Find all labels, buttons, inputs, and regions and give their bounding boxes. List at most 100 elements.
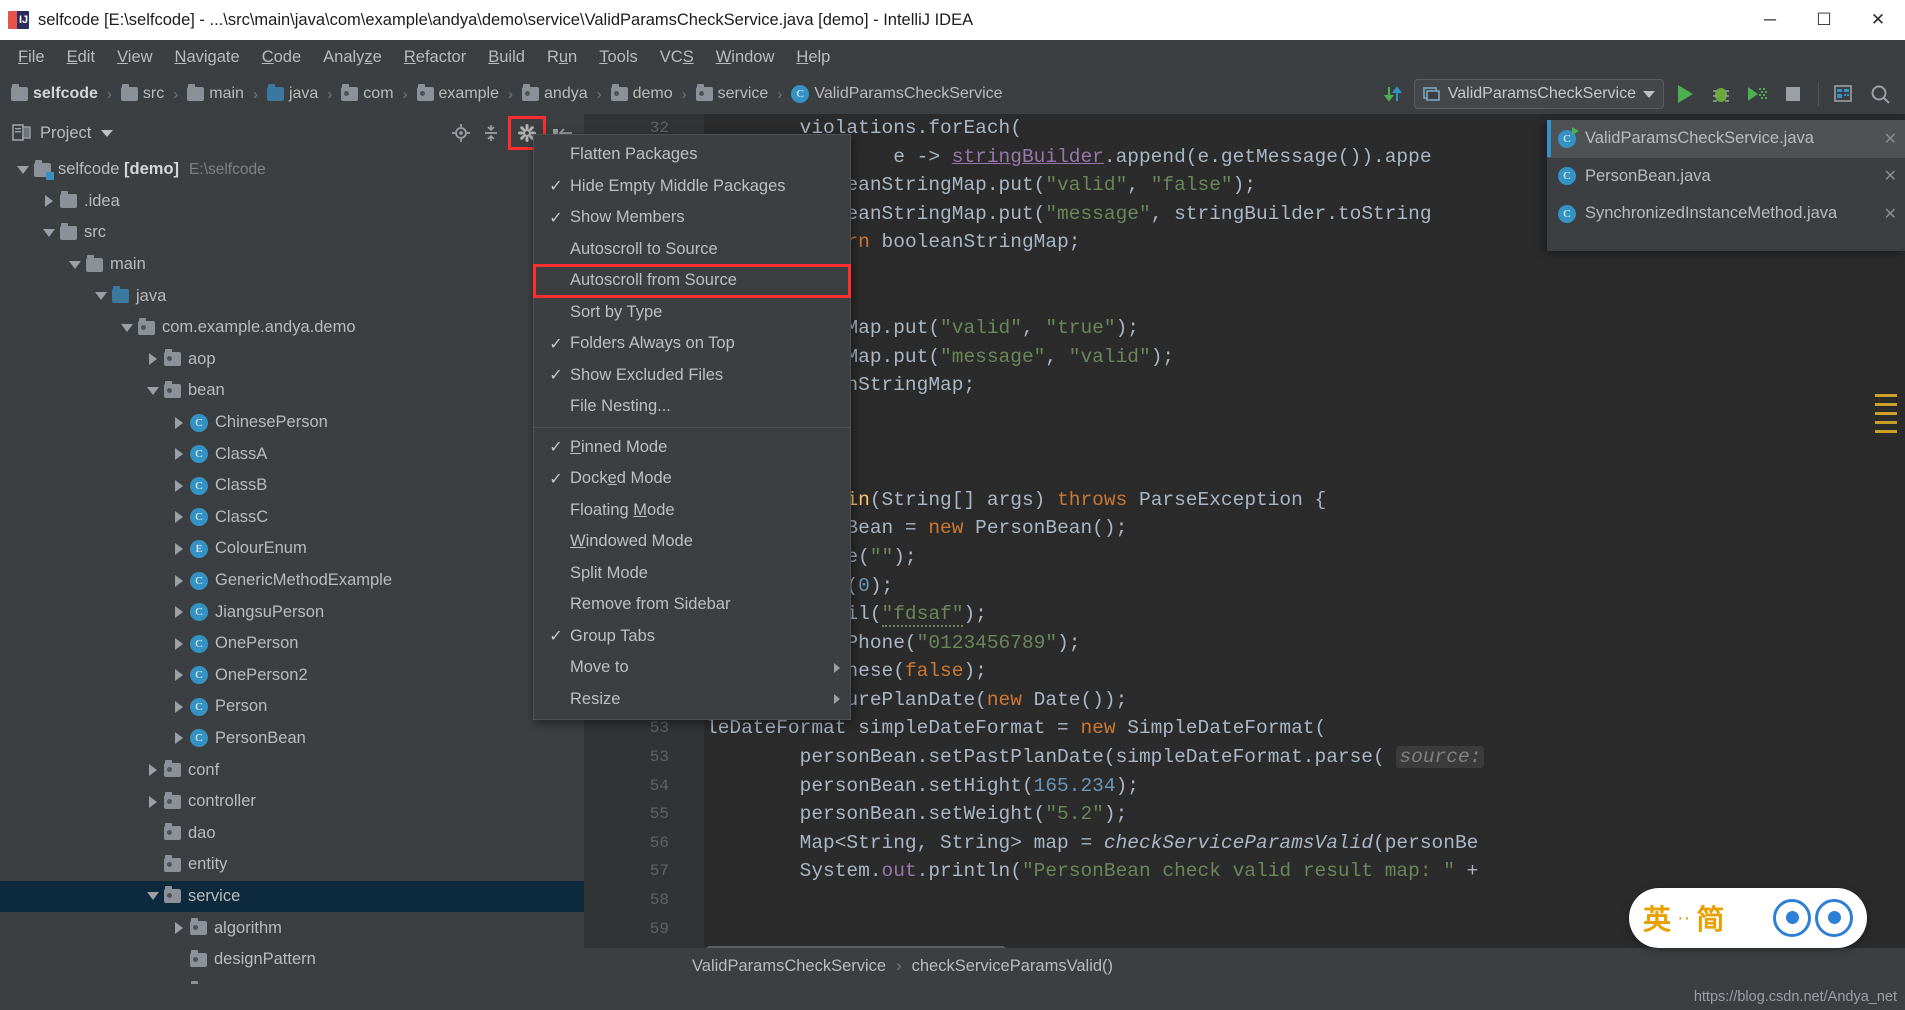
stop-button[interactable] — [1778, 79, 1808, 109]
recent-file-personbean-java[interactable]: C PersonBean.java ✕ — [1547, 158, 1905, 196]
tree-row-personbean[interactable]: C PersonBean — [0, 723, 584, 755]
tree-row-entity[interactable]: entity — [0, 849, 584, 881]
menu-item-code[interactable]: Code — [251, 45, 312, 70]
tree-row-dao[interactable]: dao — [0, 817, 584, 849]
run-configuration-selector[interactable]: ValidParamsCheckService — [1413, 79, 1664, 109]
context-menu-item-docked-mode[interactable]: ✓ Docked Mode — [534, 463, 850, 495]
context-menu-item-windowed-mode[interactable]: Windowed Mode — [534, 526, 850, 558]
chevron-right-icon[interactable] — [168, 637, 190, 650]
breadcrumb-item-example[interactable]: example — [414, 81, 502, 107]
menu-item-file[interactable]: File — [7, 45, 56, 70]
context-menu-item-file-nesting---[interactable]: File Nesting... — [534, 391, 850, 423]
tree-row-designpattern[interactable]: designPattern — [0, 944, 584, 976]
breadcrumb-item-main[interactable]: main — [184, 81, 247, 107]
menu-item-run[interactable]: Run — [536, 45, 588, 70]
context-menu-item-move-to[interactable]: Move to — [534, 652, 850, 684]
context-menu-item-autoscroll-to-source[interactable]: Autoscroll to Source — [534, 234, 850, 266]
project-options-context-menu[interactable]: Flatten Packages ✓ Hide Empty Middle Packa… — [533, 134, 851, 720]
chevron-down-icon[interactable] — [142, 892, 164, 901]
tree-row-conf[interactable]: conf — [0, 754, 584, 786]
tree-row-oneperson[interactable]: C OnePerson — [0, 628, 584, 660]
menu-item-navigate[interactable]: Navigate — [164, 45, 251, 70]
chevron-down-icon[interactable] — [38, 228, 60, 237]
context-menu-item-pinned-mode[interactable]: ✓ Pinned Mode — [534, 432, 850, 464]
close-button[interactable]: ✕ — [1851, 0, 1905, 40]
ime-alt-label[interactable]: 简 — [1696, 898, 1724, 938]
context-menu-item-split-mode[interactable]: Split Mode — [534, 558, 850, 590]
context-menu-item-show-members[interactable]: ✓ Show Members — [534, 202, 850, 234]
context-menu-item-folders-always-on-top[interactable]: ✓ Folders Always on Top — [534, 328, 850, 360]
maximize-button[interactable]: ☐ — [1797, 0, 1851, 40]
recent-file-synchronizedinstancemethod-java[interactable]: C SynchronizedInstanceMethod.java ✕ — [1547, 195, 1905, 233]
ime-mode-label[interactable]: 英 — [1643, 898, 1671, 938]
chevron-right-icon[interactable] — [168, 700, 190, 713]
chevron-down-icon[interactable] — [90, 292, 112, 301]
tree-row-selfcode[interactable]: selfcode [demo] E:\selfcode — [0, 154, 584, 186]
chevron-down-icon[interactable] — [142, 386, 164, 395]
context-menu-item-show-excluded-files[interactable]: ✓ Show Excluded Files — [534, 360, 850, 392]
menu-item-build[interactable]: Build — [477, 45, 536, 70]
chevron-right-icon[interactable] — [168, 922, 190, 935]
chevron-right-icon[interactable] — [168, 416, 190, 429]
tree-row-com-example-andya-demo[interactable]: com.example.andya.demo — [0, 312, 584, 344]
context-menu-item-group-tabs[interactable]: ✓ Group Tabs — [534, 621, 850, 653]
chevron-right-icon[interactable] — [142, 764, 164, 777]
chevron-right-icon[interactable] — [168, 574, 190, 587]
chevron-right-icon[interactable] — [168, 479, 190, 492]
context-menu-item-flatten-packages[interactable]: Flatten Packages — [534, 139, 850, 171]
menu-item-view[interactable]: View — [106, 45, 163, 70]
context-menu-item-autoscroll-from-source[interactable]: Autoscroll from Source — [533, 264, 851, 298]
chevron-down-icon[interactable] — [12, 165, 34, 174]
breadcrumb-method[interactable]: checkServiceParamsValid() — [912, 957, 1113, 976]
context-menu-item-hide-empty-middle-packages[interactable]: ✓ Hide Empty Middle Packages — [534, 171, 850, 203]
search-everywhere-icon[interactable] — [1865, 79, 1895, 109]
tree-row-oneperson2[interactable]: C OnePerson2 — [0, 660, 584, 692]
close-icon[interactable]: ✕ — [1876, 204, 1897, 224]
run-with-coverage-button[interactable] — [1742, 79, 1772, 109]
recent-file-validparamscheckservice-java[interactable]: C ValidParamsCheckService.java ✕ — [1547, 120, 1905, 158]
context-menu-item-sort-by-type[interactable]: Sort by Type — [534, 297, 850, 329]
chevron-down-icon[interactable] — [116, 323, 138, 332]
tree-row-classb[interactable]: C ClassB — [0, 470, 584, 502]
update-project-icon[interactable] — [1378, 79, 1408, 109]
tree-row-classc[interactable]: C ClassC — [0, 502, 584, 534]
menu-item-edit[interactable]: Edit — [56, 45, 106, 70]
breadcrumb-item-java[interactable]: java — [264, 81, 321, 107]
context-menu-item-remove-from-sidebar[interactable]: Remove from Sidebar — [534, 589, 850, 621]
menu-item-vcs[interactable]: VCS — [649, 45, 705, 70]
chevron-right-icon[interactable] — [142, 795, 164, 808]
debug-button[interactable] — [1706, 79, 1736, 109]
tree-row-classa[interactable]: C ClassA — [0, 438, 584, 470]
chevron-right-icon[interactable] — [38, 195, 60, 208]
chevron-right-icon[interactable] — [168, 669, 190, 682]
chevron-right-icon[interactable] — [168, 448, 190, 461]
tree-row-controller[interactable]: controller — [0, 786, 584, 818]
restore-layout-button[interactable] — [1829, 79, 1859, 109]
locate-icon[interactable] — [448, 120, 474, 146]
breadcrumb-item-com[interactable]: com — [338, 81, 396, 107]
menu-item-help[interactable]: Help — [785, 45, 841, 70]
breadcrumb-item-validparamscheckservice[interactable]: C ValidParamsCheckService — [788, 81, 1005, 107]
tree-row-genericmethodexample[interactable]: C GenericMethodExample — [0, 565, 584, 597]
close-icon[interactable]: ✕ — [1876, 129, 1897, 149]
tree-row-java[interactable]: java — [0, 280, 584, 312]
minimize-button[interactable]: ─ — [1743, 0, 1797, 40]
breadcrumb-item-selfcode[interactable]: selfcode — [8, 81, 101, 107]
chevron-right-icon[interactable] — [168, 606, 190, 619]
tree-row--idea[interactable]: .idea — [0, 186, 584, 218]
recent-files-popup[interactable]: C ValidParamsCheckService.java ✕ C PersonBea… — [1547, 120, 1905, 251]
tree-row-person[interactable]: C Person — [0, 691, 584, 723]
chevron-right-icon[interactable] — [168, 542, 190, 555]
close-icon[interactable]: ✕ — [1876, 166, 1897, 186]
tree-row-bean[interactable]: bean — [0, 375, 584, 407]
menu-item-refactor[interactable]: Refactor — [393, 45, 477, 70]
chevron-right-icon[interactable] — [168, 511, 190, 524]
project-scope-chevron-down-icon[interactable] — [101, 129, 114, 137]
context-menu-item-floating-mode[interactable]: Floating Mode — [534, 495, 850, 527]
tree-row-src[interactable]: src — [0, 217, 584, 249]
context-menu-item-resize[interactable]: Resize — [534, 684, 850, 716]
sogou-ime-widget[interactable]: 英 ·· 简 — [1629, 888, 1867, 948]
tree-row-chineseperson[interactable]: C ChinesePerson — [0, 407, 584, 439]
collapse-all-icon[interactable] — [478, 120, 504, 146]
breadcrumb-item-andya[interactable]: andya — [519, 81, 591, 107]
